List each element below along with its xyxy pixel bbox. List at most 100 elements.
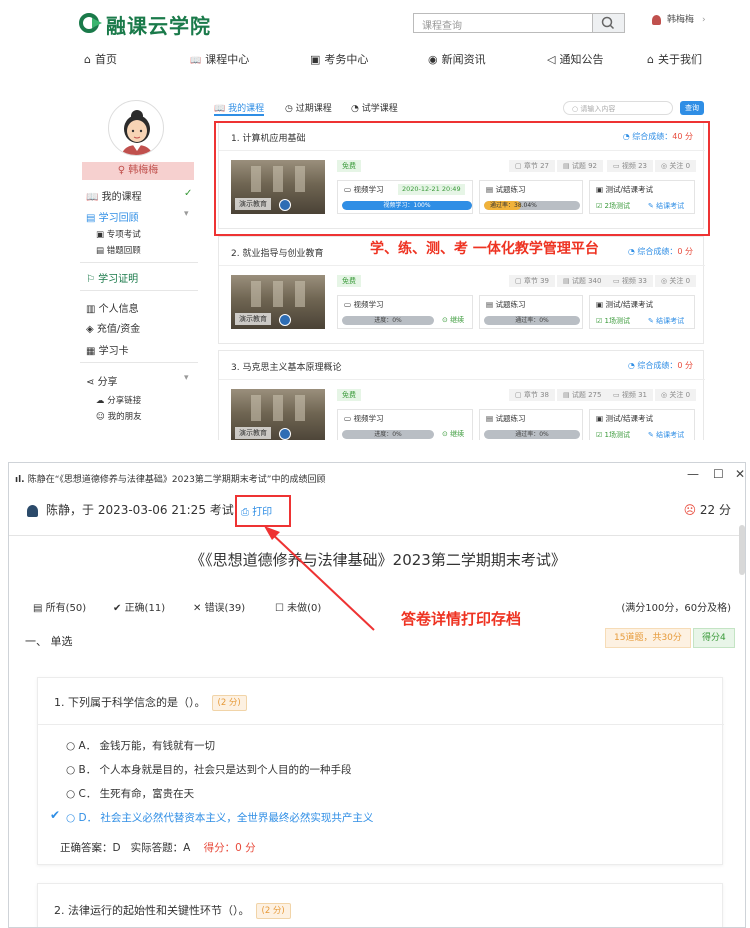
exam-count[interactable]: ☑ 2场测试 xyxy=(596,201,630,211)
free-badge: 免费 xyxy=(337,389,361,401)
course-score: ◔ 综合成绩：0 分 xyxy=(628,360,693,371)
exam-box[interactable]: ▣ 测试/结课考试 ☑ 1场测试 ✎ 结课考试 xyxy=(589,409,695,440)
exam-title: 《《思想道德修养与法律基础》2023第二学期期末考试》 xyxy=(190,551,566,569)
about-icon: ⌂ xyxy=(647,53,654,66)
avatar[interactable] xyxy=(108,100,164,156)
nav-course-center[interactable]: 📖 课程中心 xyxy=(190,52,249,68)
course-thumbnail[interactable]: 演示教育 xyxy=(231,389,325,440)
course-search-input[interactable]: 课程查询 xyxy=(413,13,593,33)
maximize-button[interactable]: ☐ xyxy=(713,467,724,481)
stat-text: 章节 27 xyxy=(523,162,549,170)
final-exam-button[interactable]: ✎ 结课考试 xyxy=(648,316,684,326)
video-icon: ▭ xyxy=(613,391,622,399)
stat-text: 试题 275 xyxy=(571,391,602,399)
course-thumbnail[interactable]: 演示教育 xyxy=(231,160,325,214)
sidebar-item-study-card[interactable]: ▦ 学习卡 xyxy=(86,342,129,357)
video-icon: ▭ xyxy=(613,162,622,170)
option-b[interactable]: ○ B． 个人本身就是目的，社会只是达到个人目的的一种手段 xyxy=(66,762,352,777)
practice-title: ▤ 试题练习 xyxy=(486,413,525,424)
course-filter-input[interactable]: ○ 请输入内容 xyxy=(563,101,673,115)
sidebar-label: 我的朋友 xyxy=(107,412,142,422)
filter-correct[interactable]: ✔ 正确(11) xyxy=(113,599,165,614)
sidebar-item-share[interactable]: ⋖ 分享 xyxy=(86,373,118,388)
option-a[interactable]: ○ A． 金钱万能，有钱就有一切 xyxy=(66,738,215,753)
sidebar-sub-wrong-review[interactable]: ▤ 错题回顾 xyxy=(96,244,141,256)
user-name: 韩梅梅 xyxy=(667,15,695,25)
window-title-text: 陈静在“《思想道德修养与法律基础》2023第二学期期末考试”中的成绩回顾 xyxy=(27,475,326,485)
chapter-icon: ▢ xyxy=(515,391,524,399)
course-title[interactable]: 3. 马克思主义基本原理概论 xyxy=(231,360,341,373)
test-icon: ▤ xyxy=(563,391,572,399)
tab-expired-courses[interactable]: ◷ 过期课程 xyxy=(285,102,332,116)
exam-box[interactable]: ▣ 测试/结课考试 ☑ 1场测试 ✎ 结课考试 xyxy=(589,295,695,329)
sidebar-sub-special-exam[interactable]: ▣ 专项考试 xyxy=(96,228,141,240)
nav-news[interactable]: ◉ 新闻资讯 xyxy=(428,52,486,68)
nav-about[interactable]: ⌂ 关于我们 xyxy=(647,52,702,68)
course-title[interactable]: 1. 计算机应用基础 xyxy=(231,131,305,144)
user-menu[interactable]: 韩梅梅 › xyxy=(652,12,706,25)
option-d[interactable]: ○ D． 社会主义必然代替资本主义，全世界最终必然实现共产主义 xyxy=(66,810,373,825)
final-exam-button[interactable]: ✎ 结课考试 xyxy=(648,430,684,440)
sidebar-item-recharge[interactable]: ◈ 充值/资金 xyxy=(86,320,140,335)
nav-notice[interactable]: ◁ 通知公告 xyxy=(547,52,603,68)
score-icon: ◔ xyxy=(627,247,638,256)
filter-undone[interactable]: ☐ 未做(0) xyxy=(275,599,321,614)
header-divider xyxy=(9,535,745,536)
final-exam-button[interactable]: ✎ 结课考试 xyxy=(648,201,684,211)
nav-home[interactable]: ⌂ 首页 xyxy=(84,52,117,68)
exam-count-text: 1场测试 xyxy=(604,317,630,325)
box-title-text: 试题练习 xyxy=(495,414,526,423)
course-card[interactable]: 1. 计算机应用基础 ◔ 综合成绩：40 分 演示教育 免费 ▢ 章节 27 ▤… xyxy=(218,121,705,229)
practice-box[interactable]: ▤ 试题练习 通过率：0% xyxy=(479,409,583,440)
thumb-label: 演示教育 xyxy=(235,427,271,439)
minimize-button[interactable]: — xyxy=(687,467,699,481)
course-card[interactable]: 3. 马克思主义基本原理概论 ◔ 综合成绩：0 分 演示教育 免费 ▢ 章节 3… xyxy=(218,350,705,440)
card-divider xyxy=(219,150,705,151)
close-button[interactable]: ✕ xyxy=(735,467,745,481)
course-thumbnail[interactable]: 演示教育 xyxy=(231,275,325,329)
course-title[interactable]: 2. 就业指导与创业教育 xyxy=(231,246,323,259)
exam-count[interactable]: ☑ 1场测试 xyxy=(596,430,630,440)
exam-count-text: 2场测试 xyxy=(604,202,630,210)
search-button[interactable] xyxy=(593,13,625,33)
tab-my-courses[interactable]: 📖 我的课程 xyxy=(214,102,265,116)
practice-box[interactable]: ▤ 试题练习 通过率：0% xyxy=(479,295,583,329)
stat-text: 视频 23 xyxy=(621,162,647,170)
sidebar-sub-share-link[interactable]: ☁ 分享链接 xyxy=(96,394,141,406)
practice-box[interactable]: ▤ 试题练习 通过率：38.04% xyxy=(479,180,583,214)
box-title-text: 试题练习 xyxy=(495,185,526,194)
calendar-icon: ▣ xyxy=(310,53,321,66)
nav-label: 通知公告 xyxy=(559,53,604,66)
chevron-down-icon: ▾ xyxy=(184,373,189,383)
video-study-box[interactable]: ▭ 视频学习 2020-12-21 20:49 视频学习：100% xyxy=(337,180,473,214)
video-progress-text: 视频学习：100% xyxy=(383,202,431,209)
exam-count[interactable]: ☑ 1场测试 xyxy=(596,316,630,326)
sidebar-sub-my-friends[interactable]: ☺ 我的朋友 xyxy=(96,410,142,422)
sidebar-item-study-review[interactable]: ▤ 学习回顾 xyxy=(86,209,139,224)
chart-icon: ıl. xyxy=(15,475,28,485)
video-study-box[interactable]: ▭ 视频学习 进度：0% ⊙ 继续 xyxy=(337,295,473,329)
thumb-column xyxy=(251,395,261,421)
sidebar-label: 我的课程 xyxy=(101,192,142,203)
filter-label: 所有(50) xyxy=(45,603,87,614)
sidebar-item-profile[interactable]: ▥ 个人信息 xyxy=(86,300,139,315)
logo-icon xyxy=(79,13,102,33)
exam-box[interactable]: ▣ 测试/结课考试 ☑ 2场测试 ✎ 结课考试 xyxy=(589,180,695,214)
filter-search-button[interactable]: 查询 xyxy=(680,101,704,115)
nav-exam-center[interactable]: ▣ 考务中心 xyxy=(310,52,368,68)
video-study-box[interactable]: ▭ 视频学习 进度：0% ⊙ 继续 xyxy=(337,409,473,440)
continue-button[interactable]: ⊙ 继续 xyxy=(442,315,464,325)
filter-all[interactable]: ▤ 所有(50) xyxy=(33,599,86,614)
option-c[interactable]: ○ C． 生死有命，富贵在天 xyxy=(66,786,194,801)
sidebar-label: 学习卡 xyxy=(98,346,129,357)
filter-wrong[interactable]: ✕ 错误(39) xyxy=(193,599,245,614)
sidebar-item-certificate[interactable]: ⚐ 学习证明 xyxy=(86,270,138,285)
tab-trial-courses[interactable]: ◔ 试学课程 xyxy=(351,102,398,116)
continue-button[interactable]: ⊙ 继续 xyxy=(442,429,464,439)
box-title-text: 视频学习 xyxy=(353,185,384,194)
course-icon: 📖 xyxy=(86,192,102,203)
sidebar-item-my-courses[interactable]: 📖 我的课程 xyxy=(86,188,142,203)
friends-icon: ☺ xyxy=(96,412,108,422)
follow-count: ◎ 关注 0 xyxy=(655,160,697,172)
final-exam-label: 结课考试 xyxy=(656,431,685,439)
